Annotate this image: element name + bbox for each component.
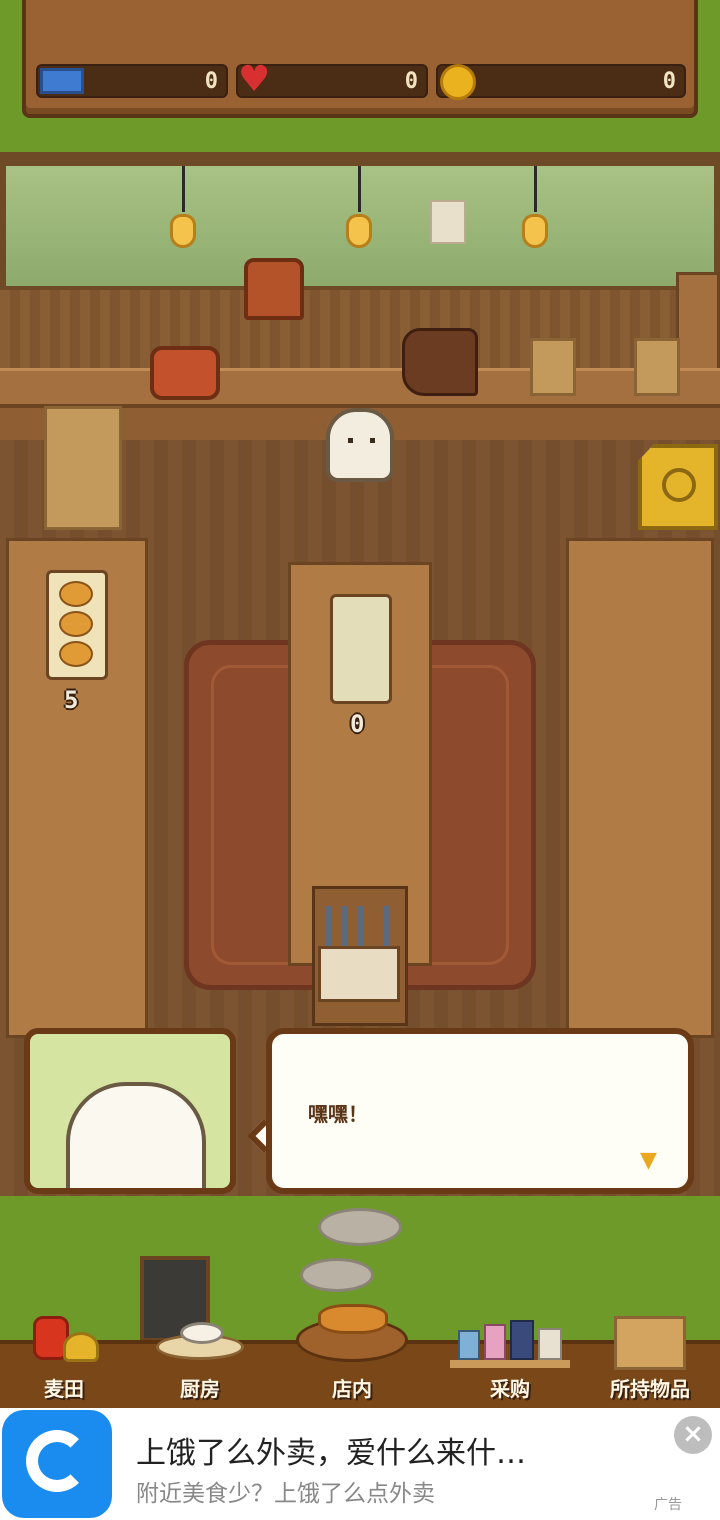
bun-icon: [59, 611, 93, 637]
coin-icon: [440, 64, 476, 100]
shop-icon: [450, 1316, 570, 1370]
character-eye: [348, 438, 353, 443]
header-panel: [22, 0, 698, 118]
fork-icon: [384, 906, 390, 950]
speaker-portrait: [24, 1028, 236, 1194]
lamp-wire: [358, 166, 361, 212]
lamp-wire: [182, 166, 185, 212]
stacked-boxes-icon[interactable]: [44, 406, 122, 530]
down-triangle-icon[interactable]: ▼: [640, 1148, 657, 1173]
nav-label-inventory: 所持物品: [610, 1377, 690, 1401]
ticket-counter: 0: [36, 64, 228, 98]
prohibit-icon: [662, 468, 696, 502]
light-bulb-icon: [346, 214, 372, 248]
heart-count: 0: [404, 69, 418, 94]
bread-basket-icon: [294, 1298, 410, 1364]
display-table-right[interactable]: [566, 538, 714, 1038]
heart-icon: ♥: [238, 59, 271, 100]
bread-tray-middle[interactable]: [330, 594, 392, 704]
eleme-glyph: [26, 1430, 88, 1492]
nav-wheat-field[interactable]: 麦田: [10, 1310, 118, 1408]
nav-inventory[interactable]: 所持物品: [598, 1310, 702, 1408]
tray-count-middle: 0: [350, 710, 365, 738]
light-bulb-icon: [522, 214, 548, 248]
wet-floor-sign-icon[interactable]: [638, 444, 718, 530]
bun-icon: [59, 581, 93, 607]
speech-bubble[interactable]: 嘿嘿！ ▼: [266, 1028, 694, 1194]
lamp-wire: [534, 166, 537, 212]
cardboard-box-icon[interactable]: [530, 338, 576, 396]
counter-top: [0, 368, 720, 408]
eleme-logo-icon: [2, 1410, 112, 1518]
ad-label: 广告: [654, 1497, 682, 1513]
fork-icon: [358, 906, 364, 950]
nav-kitchen[interactable]: 厨房: [140, 1310, 260, 1408]
fork-icon: [326, 906, 332, 950]
nav-label-purchase: 采购: [490, 1377, 530, 1401]
stepping-stone: [300, 1258, 374, 1292]
close-icon[interactable]: ×: [674, 1416, 712, 1454]
tray-count-left: 5: [64, 686, 79, 714]
ad-subtitle: 附近美食少？上饿了么点外卖: [136, 1481, 435, 1507]
napkin-holder: [318, 946, 400, 1002]
radio-icon[interactable]: [244, 258, 304, 320]
wheat-icon: [29, 1310, 99, 1364]
nav-label-wheat: 麦田: [44, 1377, 84, 1401]
heart-counter: ♥ 0: [236, 59, 428, 100]
mochi-face-icon: [66, 1082, 206, 1188]
nav-label-store: 店内: [332, 1377, 372, 1401]
ticket-icon: [40, 68, 84, 94]
mochi-character[interactable]: [326, 408, 394, 482]
telephone-icon[interactable]: [150, 346, 220, 400]
nav-store[interactable]: 店内: [290, 1304, 414, 1408]
cardboard-box-icon[interactable]: [634, 338, 680, 396]
ad-title[interactable]: 上饿了么外卖，爱什么来什…: [136, 1428, 526, 1472]
stepping-stone: [318, 1208, 402, 1246]
coin-count: 0: [662, 69, 676, 94]
light-bulb-icon: [170, 214, 196, 248]
box-icon: [610, 1310, 690, 1370]
bread-tray-left[interactable]: [46, 570, 108, 680]
kitchen-icon: [150, 1310, 250, 1370]
nav-label-kitchen: 厨房: [180, 1377, 220, 1401]
fork-icon: [342, 906, 348, 950]
coin-counter: 0: [436, 64, 686, 100]
nav-purchase[interactable]: 采购: [446, 1310, 574, 1408]
character-eye: [370, 438, 375, 443]
dialogue-text: 嘿嘿！: [308, 1102, 368, 1126]
ticket-count: 0: [204, 69, 218, 94]
flour-bag-icon[interactable]: [402, 328, 478, 396]
bun-icon: [59, 641, 93, 667]
wall-notice[interactable]: [430, 200, 466, 244]
